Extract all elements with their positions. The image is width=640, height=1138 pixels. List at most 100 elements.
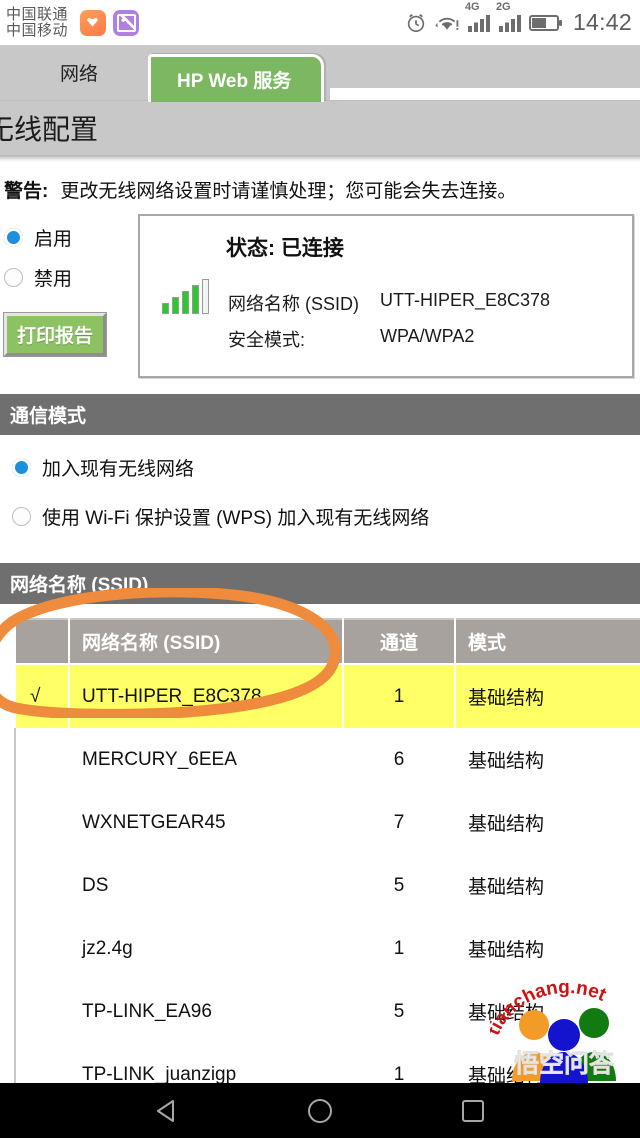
warning-text: 更改无线网络设置时请谨慎处理；您可能会失去连接。 bbox=[60, 181, 517, 202]
status-panel-fields: 网络名称 (SSID) UTT-HIPER_E8C378 安全模式: WPA/W… bbox=[228, 290, 550, 362]
radio-enable-indicator[interactable] bbox=[4, 227, 23, 247]
home-icon[interactable] bbox=[305, 1096, 335, 1126]
status-row: 启用 禁用 打印报告 状态: 已连接 网络名称 (SSID) UTT-HIPER… bbox=[0, 211, 640, 378]
table-row[interactable]: DS 5 基础结构 bbox=[14, 854, 640, 917]
sim1-signal-group: 4G bbox=[465, 1, 491, 33]
row-ssid: WXNETGEAR45 bbox=[68, 791, 344, 854]
row-check bbox=[14, 854, 70, 917]
header-select bbox=[14, 618, 70, 665]
status-ssid-key: 网络名称 (SSID) bbox=[228, 294, 360, 314]
carrier-labels: 中国联通 中国移动 bbox=[0, 5, 69, 39]
row-channel: 5 bbox=[342, 854, 456, 917]
row-mode: 基础结构 bbox=[454, 664, 640, 728]
ssid-section-header: 网络名称 (SSID) bbox=[0, 563, 640, 604]
comm-mode-join-label: 加入现有无线网络 bbox=[42, 459, 195, 480]
row-mode: 基础结构 bbox=[454, 728, 640, 791]
sim2-signal-bars-icon bbox=[498, 14, 521, 32]
tab-network[interactable]: 网络 bbox=[32, 59, 126, 100]
row-check bbox=[14, 980, 70, 1043]
comm-mode-wps-label: 使用 Wi-Fi 保护设置 (WPS) 加入现有无线网络 bbox=[42, 508, 430, 529]
table-row[interactable]: TP-LINK_EA96 5 基础结构 bbox=[14, 980, 640, 1043]
row-ssid: TP-LINK_juanzigp bbox=[68, 1043, 344, 1083]
comm-mode-section-header: 通信模式 bbox=[0, 394, 640, 435]
warning-label: 警告: bbox=[4, 181, 49, 202]
tab-hp-web-services[interactable]: HP Web 服务 bbox=[148, 54, 325, 102]
ssid-section: 网络名称 (SSID) 网络名称 (SSID) 通道 模式 √ UTT-HIPE… bbox=[0, 563, 640, 1083]
row-channel: 1 bbox=[342, 1043, 456, 1083]
comm-mode-options: 加入现有无线网络 使用 Wi-Fi 保护设置 (WPS) 加入现有无线网络 bbox=[0, 435, 640, 541]
tab-bar-filler bbox=[330, 88, 640, 100]
row-channel: 1 bbox=[342, 664, 456, 728]
row-check: √ bbox=[14, 664, 70, 728]
alarm-clock-icon bbox=[407, 13, 425, 32]
status-security-key: 安全模式: bbox=[228, 330, 306, 350]
ssid-table-body: √ UTT-HIPER_E8C378 1 基础结构 MERCURY_6EEA 6… bbox=[14, 664, 640, 1083]
row-mode: 基础结构 bbox=[454, 917, 640, 980]
screenshot-app-icon bbox=[113, 9, 140, 36]
table-row[interactable]: TP-LINK_juanzigp 1 基础结构 bbox=[14, 1043, 640, 1083]
radio-disable-indicator[interactable] bbox=[4, 267, 23, 287]
recents-icon[interactable] bbox=[458, 1096, 488, 1126]
ssid-table-header-row: 网络名称 (SSID) 通道 模式 bbox=[14, 618, 640, 665]
notification-app-icons bbox=[80, 9, 140, 36]
row-check bbox=[14, 728, 70, 791]
status-clock: 14:42 bbox=[572, 9, 632, 35]
sim1-signal-bars-icon bbox=[467, 14, 490, 32]
comm-mode-option-wps[interactable]: 使用 Wi-Fi 保护设置 (WPS) 加入现有无线网络 bbox=[4, 492, 640, 541]
row-ssid: TP-LINK_EA96 bbox=[68, 980, 344, 1043]
carrier-line-1: 中国联通 bbox=[6, 5, 69, 23]
comm-mode-wps-indicator[interactable] bbox=[12, 507, 31, 526]
row-check bbox=[14, 917, 70, 980]
table-row[interactable]: jz2.4g 1 基础结构 bbox=[14, 917, 640, 980]
tab-bar: 网络 HP Web 服务 bbox=[0, 45, 640, 102]
row-mode: 基础结构 bbox=[454, 854, 640, 917]
table-row[interactable]: WXNETGEAR45 7 基础结构 bbox=[14, 791, 640, 854]
status-security-value: WPA/WPA2 bbox=[380, 326, 475, 346]
ssid-table: 网络名称 (SSID) 通道 模式 √ UTT-HIPER_E8C378 1 基… bbox=[14, 618, 640, 1083]
health-app-icon bbox=[80, 9, 107, 36]
sim2-network-label: 2G bbox=[495, 0, 511, 13]
row-mode: 基础结构 bbox=[454, 980, 640, 1043]
row-mode: 基础结构 bbox=[454, 791, 640, 854]
page-title: 无线配置 bbox=[0, 114, 99, 145]
row-check bbox=[14, 1043, 70, 1083]
row-channel: 5 bbox=[342, 980, 456, 1043]
header-channel: 通道 bbox=[342, 618, 456, 665]
android-status-bar: 中国联通 中国移动 4G 2G 14:42 bbox=[0, 0, 640, 45]
status-ssid-value: UTT-HIPER_E8C378 bbox=[380, 290, 551, 310]
table-row[interactable]: MERCURY_6EEA 6 基础结构 bbox=[14, 728, 640, 791]
header-ssid: 网络名称 (SSID) bbox=[68, 618, 344, 665]
system-status-icons: 4G 2G 14:42 bbox=[405, 0, 632, 45]
carrier-line-2: 中国移动 bbox=[6, 21, 69, 39]
print-report-button[interactable]: 打印报告 bbox=[4, 313, 107, 356]
back-icon[interactable] bbox=[152, 1096, 182, 1126]
status-ssid-row: 网络名称 (SSID) UTT-HIPER_E8C378 bbox=[228, 290, 550, 316]
title-shadow bbox=[0, 155, 640, 162]
status-panel-body: 网络名称 (SSID) UTT-HIPER_E8C378 安全模式: WPA/W… bbox=[140, 268, 632, 362]
comm-mode-join-indicator[interactable] bbox=[12, 458, 31, 477]
row-channel: 1 bbox=[342, 917, 456, 980]
radio-option-disable[interactable]: 禁用 bbox=[4, 257, 132, 297]
page-title-bar: 无线配置 bbox=[0, 100, 640, 155]
ssid-table-wrapper: 网络名称 (SSID) 通道 模式 √ UTT-HIPER_E8C378 1 基… bbox=[0, 588, 640, 1083]
row-mode: 基础结构 bbox=[454, 1043, 640, 1083]
row-ssid: jz2.4g bbox=[68, 917, 344, 980]
radio-enable-label: 启用 bbox=[34, 228, 73, 250]
radio-column: 启用 禁用 打印报告 bbox=[4, 211, 132, 356]
status-security-row: 安全模式: WPA/WPA2 bbox=[228, 326, 550, 352]
printer-web-page: 网络 HP Web 服务 无线配置 警告: 更改无线网络设置时请谨慎处理；您可能会… bbox=[0, 45, 640, 1083]
signal-bars-icon bbox=[162, 279, 218, 314]
header-mode: 模式 bbox=[454, 618, 640, 665]
radio-disable-label: 禁用 bbox=[34, 268, 73, 290]
row-check bbox=[14, 791, 70, 854]
sim2-signal-group: 2G bbox=[496, 1, 522, 33]
table-row[interactable]: √ UTT-HIPER_E8C378 1 基础结构 bbox=[14, 664, 640, 728]
row-channel: 7 bbox=[342, 791, 456, 854]
radio-option-enable[interactable]: 启用 bbox=[4, 217, 132, 257]
wireless-status-panel: 状态: 已连接 网络名称 (SSID) UTT-HIPER_E8C378 安全模… bbox=[138, 214, 634, 378]
sim1-network-label: 4G bbox=[464, 0, 480, 13]
row-ssid: UTT-HIPER_E8C378 bbox=[68, 664, 344, 728]
android-nav-bar bbox=[0, 1083, 640, 1138]
comm-mode-option-join[interactable]: 加入现有无线网络 bbox=[4, 443, 640, 492]
row-channel: 6 bbox=[342, 728, 456, 791]
